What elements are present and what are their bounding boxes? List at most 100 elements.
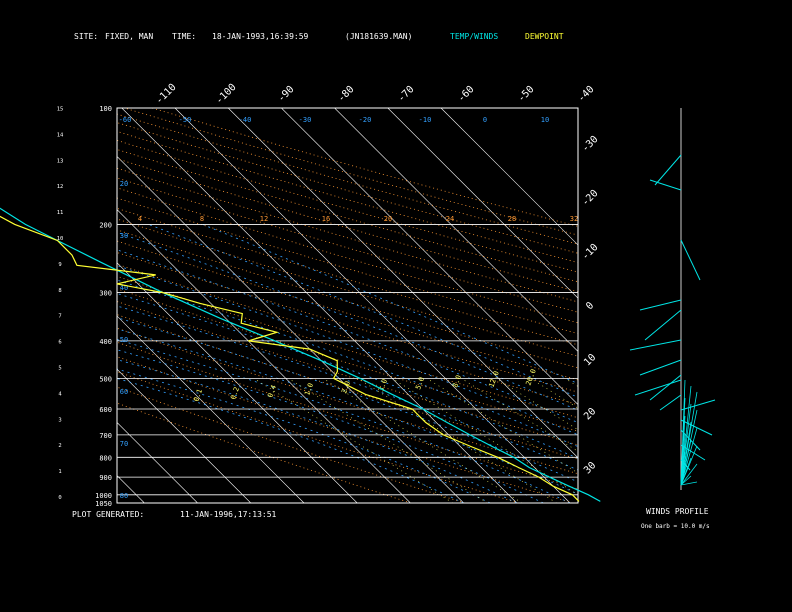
- wind-barb: [659, 394, 682, 411]
- wind-barb: [649, 374, 682, 401]
- wind-barb: [639, 299, 682, 311]
- right-temp-tick-label: 0: [584, 300, 596, 312]
- wind-barb: [680, 419, 713, 436]
- top-temp-tick-label: -50: [516, 84, 537, 105]
- height-tick-label: 1: [58, 469, 61, 475]
- moist-adiabat-label: -10: [419, 116, 432, 124]
- height-tick-label: 0: [58, 495, 61, 501]
- dry-adiabat-line: [151, 108, 578, 227]
- moist-adiabat-label: -50: [179, 116, 192, 124]
- dry-adiabat-label: 28: [508, 215, 516, 223]
- height-tick-label: 2: [58, 443, 61, 449]
- isotherm-line: [117, 421, 198, 503]
- temperature-profile-line: [0, 207, 601, 502]
- pressure-tick-label: 600: [99, 406, 112, 414]
- dry-adiabat-line: [124, 108, 578, 236]
- top-temp-tick-label: -90: [276, 84, 297, 105]
- top-temp-tick-label: -100: [214, 82, 239, 107]
- isotherm-line: [174, 108, 571, 503]
- isotherm-line: [0, 108, 38, 503]
- dry-adiabat-label: 24: [446, 215, 454, 223]
- moist-adiabat-label: 30: [120, 232, 128, 240]
- isotherm-line: [117, 262, 358, 503]
- mixing-ratio-line: [530, 378, 578, 409]
- right-temp-tick-label: -30: [580, 134, 601, 155]
- isotherm-line: [281, 108, 578, 406]
- isotherm-line: [0, 108, 91, 503]
- plot-frame: [116, 107, 579, 504]
- moist-adiabat-line: [202, 224, 578, 385]
- wind-barb: [634, 379, 682, 396]
- dry-adiabat-line: [117, 386, 465, 503]
- dry-adiabat-line: [117, 341, 578, 490]
- top-temp-tick-label: -40: [576, 84, 597, 105]
- mixing-ratio-line: [495, 378, 578, 431]
- moist-adiabat-label: 60: [120, 388, 128, 396]
- wind-barb: [680, 399, 716, 411]
- moist-adiabat-label: 10: [541, 116, 549, 124]
- right-temp-tick-label: 20: [582, 406, 598, 422]
- wind-barb: [639, 359, 682, 376]
- height-tick-label: 3: [58, 417, 61, 423]
- wind-barb: [644, 309, 682, 341]
- moist-adiabat-label: 20: [120, 180, 128, 188]
- dry-adiabat-label: 20: [384, 215, 392, 223]
- right-temp-tick-label: 10: [582, 352, 598, 368]
- dry-adiabat-label: 16: [322, 215, 330, 223]
- moist-adiabat-label: -40: [239, 116, 252, 124]
- pressure-tick-label: 500: [99, 375, 112, 383]
- wind-barb: [654, 154, 682, 186]
- isotherm-line: [227, 108, 578, 459]
- height-tick-label: 12: [57, 184, 64, 190]
- moist-adiabat-label: 70: [120, 440, 128, 448]
- moist-adiabat-label: 0: [483, 116, 487, 124]
- dewpoint-profile-line: [0, 215, 580, 502]
- wind-barb: [680, 239, 701, 281]
- dry-adiabat-label: 4: [138, 215, 142, 223]
- right-temp-tick-label: -20: [580, 188, 601, 209]
- top-temp-tick-label: -60: [456, 84, 477, 105]
- wind-barb: [649, 179, 682, 191]
- right-temp-tick-label: 30: [582, 460, 598, 476]
- mixing-ratio-label: 1.0: [303, 382, 315, 397]
- dry-adiabat-line: [117, 314, 578, 460]
- isotherm-line: [440, 108, 578, 246]
- pressure-tick-label: 100: [99, 105, 112, 113]
- moist-adiabat-label: -20: [359, 116, 372, 124]
- pressure-tick-label: 400: [99, 338, 112, 346]
- dry-adiabat-line: [117, 130, 578, 264]
- isotherm-line: [117, 209, 411, 503]
- mixing-ratio-label: 8.0: [451, 374, 463, 389]
- top-temp-tick-label: -110: [154, 82, 179, 107]
- moist-adiabat-label: -30: [299, 116, 312, 124]
- mixing-ratio-line: [564, 378, 578, 387]
- moist-adiabat-line: [117, 317, 578, 483]
- top-temp-tick-label: -80: [336, 84, 357, 105]
- moist-adiabat-label: 50: [120, 336, 128, 344]
- height-tick-label: 13: [57, 158, 64, 164]
- isotherm-line: [121, 108, 518, 503]
- pressure-tick-label: 1050: [95, 500, 112, 508]
- moist-adiabat-line: [148, 224, 578, 398]
- moist-adiabat-label: -60: [119, 116, 132, 124]
- height-tick-label: 6: [58, 340, 61, 346]
- mixing-ratio-label: 0.1: [192, 388, 204, 403]
- isotherm-line: [117, 315, 305, 503]
- dry-adiabat-label: 8: [200, 215, 204, 223]
- dry-adiabat-label: 32: [570, 215, 578, 223]
- height-tick-label: 11: [57, 210, 64, 216]
- top-temp-tick-label: -70: [396, 84, 417, 105]
- height-tick-label: 4: [58, 391, 62, 397]
- height-tick-label: 9: [58, 262, 61, 268]
- height-tick-label: 14: [57, 132, 64, 138]
- pressure-tick-label: 300: [99, 290, 112, 298]
- dry-adiabat-label: 12: [260, 215, 268, 223]
- height-tick-label: 8: [58, 288, 61, 294]
- moist-adiabat-label: 80: [120, 492, 128, 500]
- pressure-tick-label: 200: [99, 221, 112, 229]
- dry-adiabat-line: [117, 139, 578, 273]
- pressure-tick-label: 900: [99, 474, 112, 482]
- height-tick-label: 15: [57, 107, 64, 113]
- pressure-tick-label: 700: [99, 432, 112, 440]
- moist-adiabat-line: [117, 368, 491, 503]
